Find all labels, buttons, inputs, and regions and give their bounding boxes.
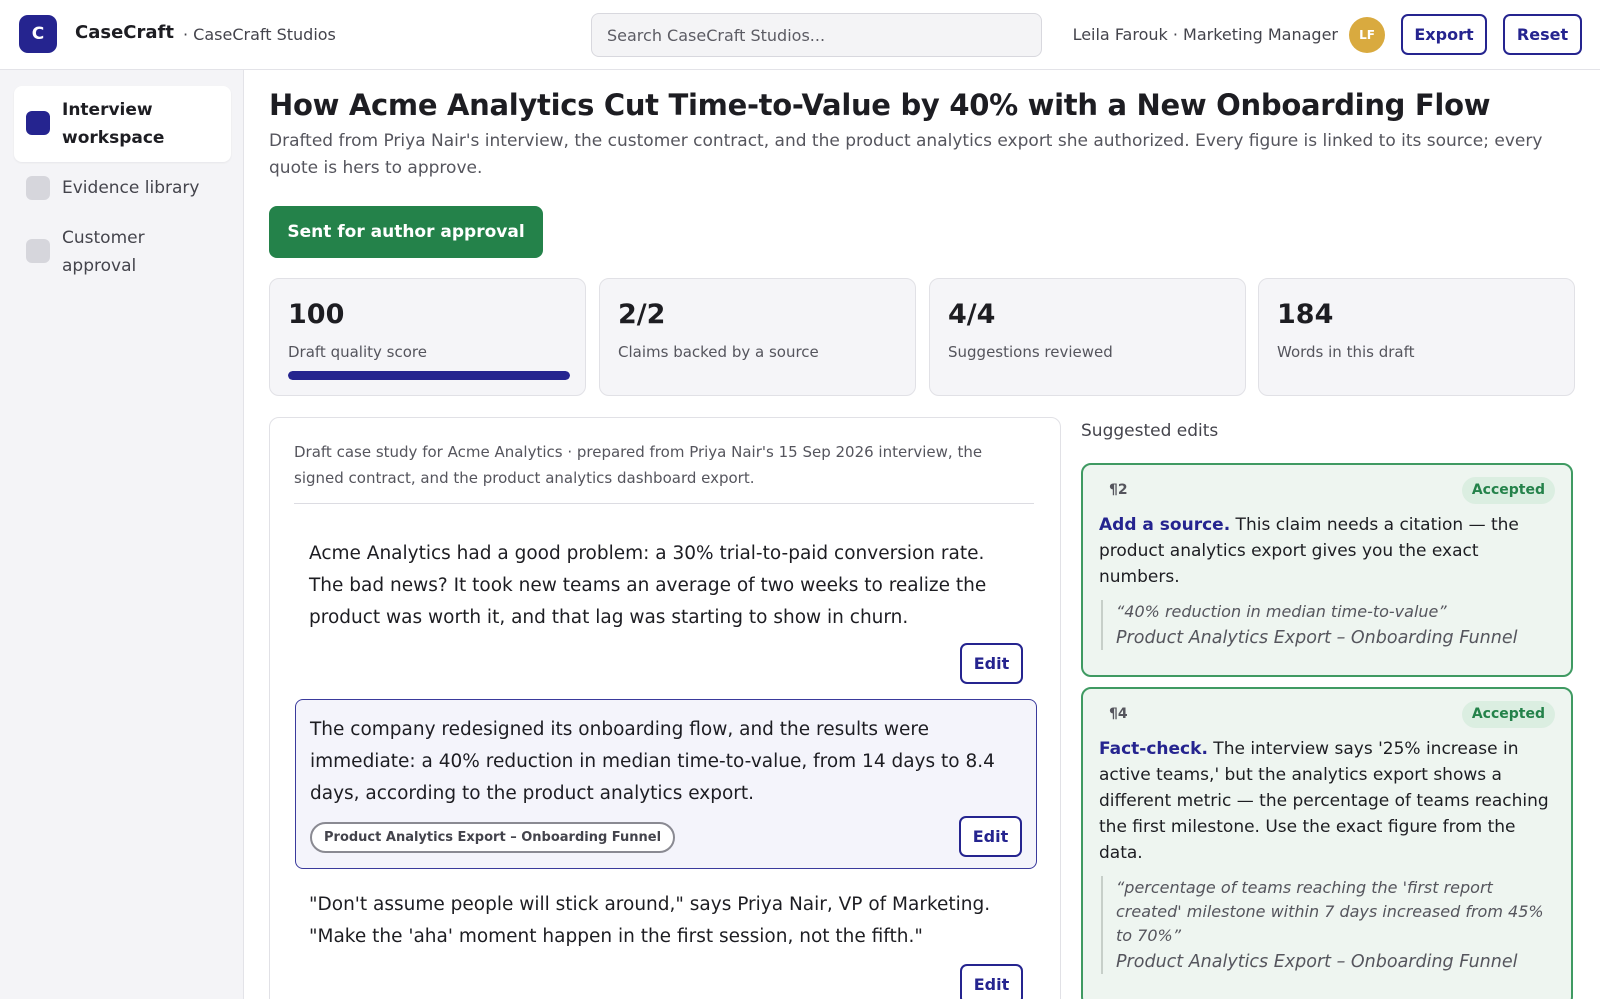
top-bar: C CaseCraft · CaseCraft Studios Leila Fa… — [0, 0, 1600, 70]
sidebar-item-label: Evidence library — [62, 178, 200, 198]
draft-panel: Draft case study for Acme Analytics · pr… — [269, 417, 1061, 999]
stat-label: Suggestions reviewed — [948, 343, 1113, 361]
user-label: Leila Farouk · Marketing Manager — [1072, 25, 1338, 44]
status-badge: Accepted — [1461, 477, 1555, 504]
stat-card-suggestions: 4/4 Suggestions reviewed — [929, 278, 1246, 396]
stat-card-claims: 2/2 Claims backed by a source — [599, 278, 916, 396]
paragraph-text: "Don't assume people will stick around,"… — [309, 894, 991, 947]
quality-progress-bar — [288, 371, 570, 380]
stat-value: 184 — [1277, 299, 1334, 330]
stat-value: 2/2 — [618, 299, 666, 330]
app-logo[interactable]: C — [19, 15, 57, 53]
page-subtitle: Drafted from Priya Nair's interview, the… — [269, 131, 1543, 178]
sidebar-item-label: Customer approval — [62, 228, 145, 276]
suggestion-quote: “percentage of teams reaching the 'first… — [1101, 876, 1555, 974]
stat-value: 4/4 — [948, 299, 996, 330]
approval-status-button[interactable]: Sent for author approval — [269, 206, 543, 258]
suggestion-quote: “40% reduction in median time-to-value” … — [1101, 600, 1555, 650]
nav-square-icon — [26, 111, 50, 135]
draft-paragraph[interactable]: "Don't assume people will stick around,"… — [295, 875, 1037, 999]
sidebar-item-interview-workspace[interactable]: Interview workspace — [14, 86, 231, 162]
stat-card-quality: 100 Draft quality score — [269, 278, 586, 396]
stat-label: Words in this draft — [1277, 343, 1415, 361]
edit-button[interactable]: Edit — [959, 816, 1022, 857]
suggestion-card[interactable]: ¶2 Accepted Add a source. This claim nee… — [1081, 463, 1573, 677]
quote-text: “percentage of teams reaching the 'first… — [1116, 878, 1544, 945]
workspace-name: · CaseCraft Studios — [183, 25, 336, 44]
quote-source: Product Analytics Export – Onboarding Fu… — [1116, 628, 1518, 648]
suggestion-title: Fact-check. — [1099, 739, 1208, 759]
quote-text: “40% reduction in median time-to-value” — [1116, 602, 1447, 621]
search-input[interactable] — [591, 13, 1042, 57]
suggestion-card[interactable]: ¶4 Accepted Fact-check. The interview sa… — [1081, 687, 1573, 999]
stat-card-words: 184 Words in this draft — [1258, 278, 1575, 396]
edit-button[interactable]: Edit — [960, 964, 1023, 999]
edit-button[interactable]: Edit — [960, 643, 1023, 684]
nav-square-icon — [26, 176, 50, 200]
page-title: How Acme Analytics Cut Time-to-Value by … — [269, 88, 1491, 122]
draft-intro: Draft case study for Acme Analytics · pr… — [294, 439, 1034, 504]
quality-progress-fill — [288, 371, 570, 380]
stat-label: Draft quality score — [288, 343, 427, 361]
sidebar-item-customer-approval[interactable]: Customer approval — [14, 214, 231, 290]
paragraph-text: The company redesigned its onboarding fl… — [310, 719, 995, 804]
export-button[interactable]: Export — [1401, 14, 1487, 55]
stat-value: 100 — [288, 299, 345, 330]
suggestion-body: Add a source. This claim needs a citatio… — [1099, 512, 1555, 590]
suggestion-title: Add a source. — [1099, 515, 1231, 535]
draft-paragraph-selected[interactable]: The company redesigned its onboarding fl… — [295, 699, 1037, 869]
nav-square-icon — [26, 239, 50, 263]
sidebar-item-label: Interview workspace — [62, 100, 165, 148]
sidebar-item-evidence-library[interactable]: Evidence library — [14, 164, 231, 212]
brand-name: CaseCraft — [75, 22, 174, 43]
draft-paragraph[interactable]: Acme Analytics had a good problem: a 30%… — [295, 524, 1037, 692]
quote-source: Product Analytics Export – Onboarding Fu… — [1116, 952, 1518, 972]
suggestions-heading: Suggested edits — [1081, 421, 1219, 441]
avatar[interactable]: LF — [1349, 17, 1385, 53]
status-badge: Accepted — [1461, 701, 1555, 728]
paragraph-ref: ¶2 — [1109, 482, 1128, 498]
reset-button[interactable]: Reset — [1503, 14, 1582, 55]
suggestion-body: Fact-check. The interview says '25% incr… — [1099, 736, 1555, 866]
paragraph-text: Acme Analytics had a good problem: a 30%… — [309, 543, 987, 628]
sidebar: Interview workspace Evidence library Cus… — [0, 70, 244, 999]
paragraph-ref: ¶4 — [1109, 706, 1128, 722]
stat-label: Claims backed by a source — [618, 343, 819, 361]
source-chip[interactable]: Product Analytics Export – Onboarding Fu… — [310, 822, 676, 853]
